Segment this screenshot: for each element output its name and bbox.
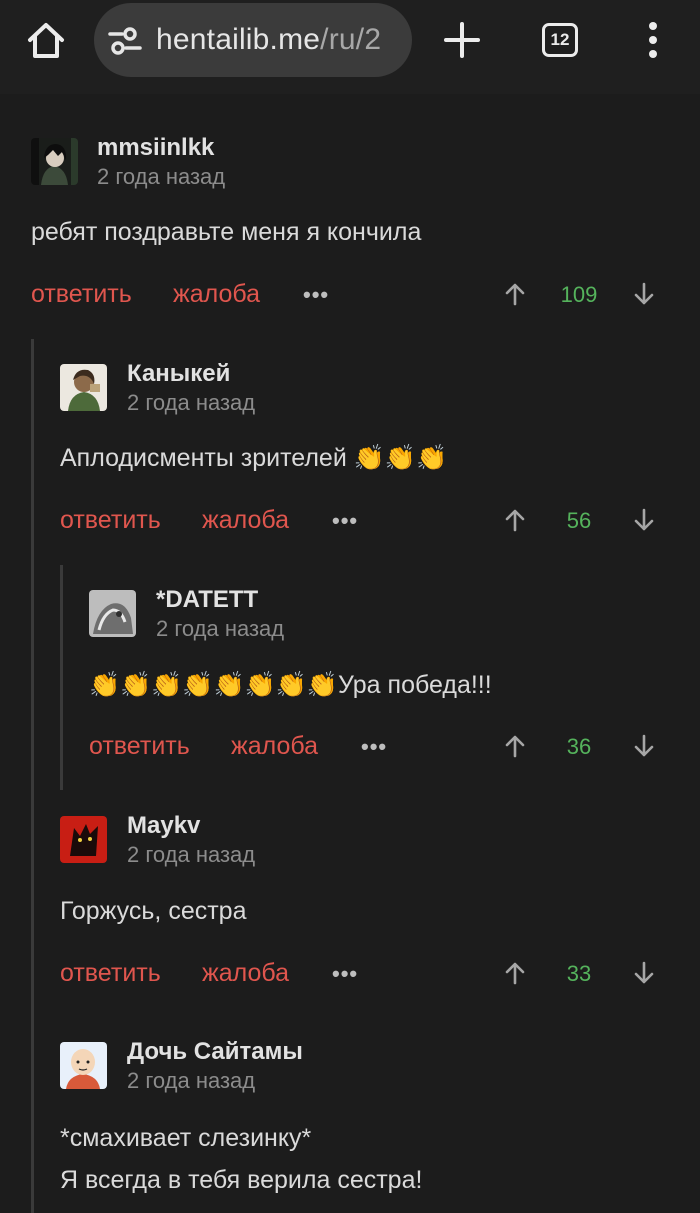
- upvote-icon[interactable]: [504, 508, 526, 532]
- address-bar[interactable]: hentailib.me/ru/2: [94, 3, 412, 77]
- thread-line: [60, 565, 63, 790]
- reply-button[interactable]: ответить: [89, 732, 190, 761]
- downvote-icon[interactable]: [633, 734, 655, 758]
- upvote-icon[interactable]: [504, 961, 526, 985]
- url-text[interactable]: hentailib.me/ru/2: [156, 23, 406, 57]
- downvote-icon[interactable]: [633, 508, 655, 532]
- browser-toolbar: hentailib.me/ru/2 12: [0, 0, 700, 94]
- username[interactable]: mmsiinlkk: [97, 134, 214, 162]
- score: 33: [566, 961, 592, 986]
- upvote-icon[interactable]: [504, 734, 526, 758]
- username[interactable]: Дочь Сайтамы: [127, 1038, 303, 1066]
- report-button[interactable]: жалоба: [231, 732, 318, 761]
- score: 109: [560, 282, 598, 307]
- timestamp: 2 года назад: [156, 616, 285, 641]
- tabs-icon[interactable]: 12: [542, 23, 578, 57]
- reply-button[interactable]: ответить: [60, 506, 161, 535]
- more-options-button[interactable]: •••: [303, 282, 329, 308]
- downvote-icon[interactable]: [633, 961, 655, 985]
- comment-text: ребят поздравьте меня я кончила: [31, 218, 422, 246]
- reply-button[interactable]: ответить: [60, 959, 161, 988]
- avatar[interactable]: [31, 138, 78, 185]
- username[interactable]: *DATETT: [156, 586, 258, 614]
- comment-text: Горжусь, сестра: [60, 897, 247, 925]
- more-options-button[interactable]: •••: [332, 961, 358, 987]
- comment-text: 👏👏👏👏👏👏👏👏Ура победа!!!: [89, 671, 492, 699]
- username[interactable]: Каныкей: [127, 360, 230, 388]
- timestamp: 2 года назад: [97, 164, 226, 189]
- downvote-icon[interactable]: [633, 282, 655, 306]
- timestamp: 2 года назад: [127, 1068, 256, 1093]
- upvote-icon[interactable]: [504, 282, 526, 306]
- url-path: /ru/2: [320, 23, 382, 56]
- plus-icon[interactable]: [443, 21, 481, 59]
- url-domain: hentailib.me: [156, 23, 321, 56]
- score: 56: [566, 508, 592, 533]
- timestamp: 2 года назад: [127, 390, 256, 415]
- avatar[interactable]: [60, 816, 107, 863]
- score: 36: [566, 734, 592, 759]
- comment-text: Аплодисменты зрителей 👏👏👏: [60, 444, 448, 472]
- report-button[interactable]: жалоба: [202, 506, 289, 535]
- more-options-button[interactable]: •••: [361, 734, 387, 760]
- tab-count: 12: [550, 30, 570, 49]
- more-vert-icon[interactable]: [641, 20, 665, 60]
- avatar[interactable]: [60, 364, 107, 411]
- timestamp: 2 года назад: [127, 842, 256, 867]
- more-options-button[interactable]: •••: [332, 508, 358, 534]
- home-icon[interactable]: [24, 18, 68, 62]
- comment-text-line: *смахивает слезинку*: [60, 1124, 312, 1152]
- reply-button[interactable]: ответить: [31, 280, 132, 309]
- username[interactable]: Maykv: [127, 812, 200, 840]
- report-button[interactable]: жалоба: [202, 959, 289, 988]
- avatar[interactable]: [89, 590, 136, 637]
- avatar[interactable]: [60, 1042, 107, 1089]
- comment-text-line: Я всегда в тебя верила сестра!: [60, 1166, 423, 1194]
- thread-line: [31, 339, 34, 1213]
- tune-icon[interactable]: [108, 27, 142, 55]
- report-button[interactable]: жалоба: [173, 280, 260, 309]
